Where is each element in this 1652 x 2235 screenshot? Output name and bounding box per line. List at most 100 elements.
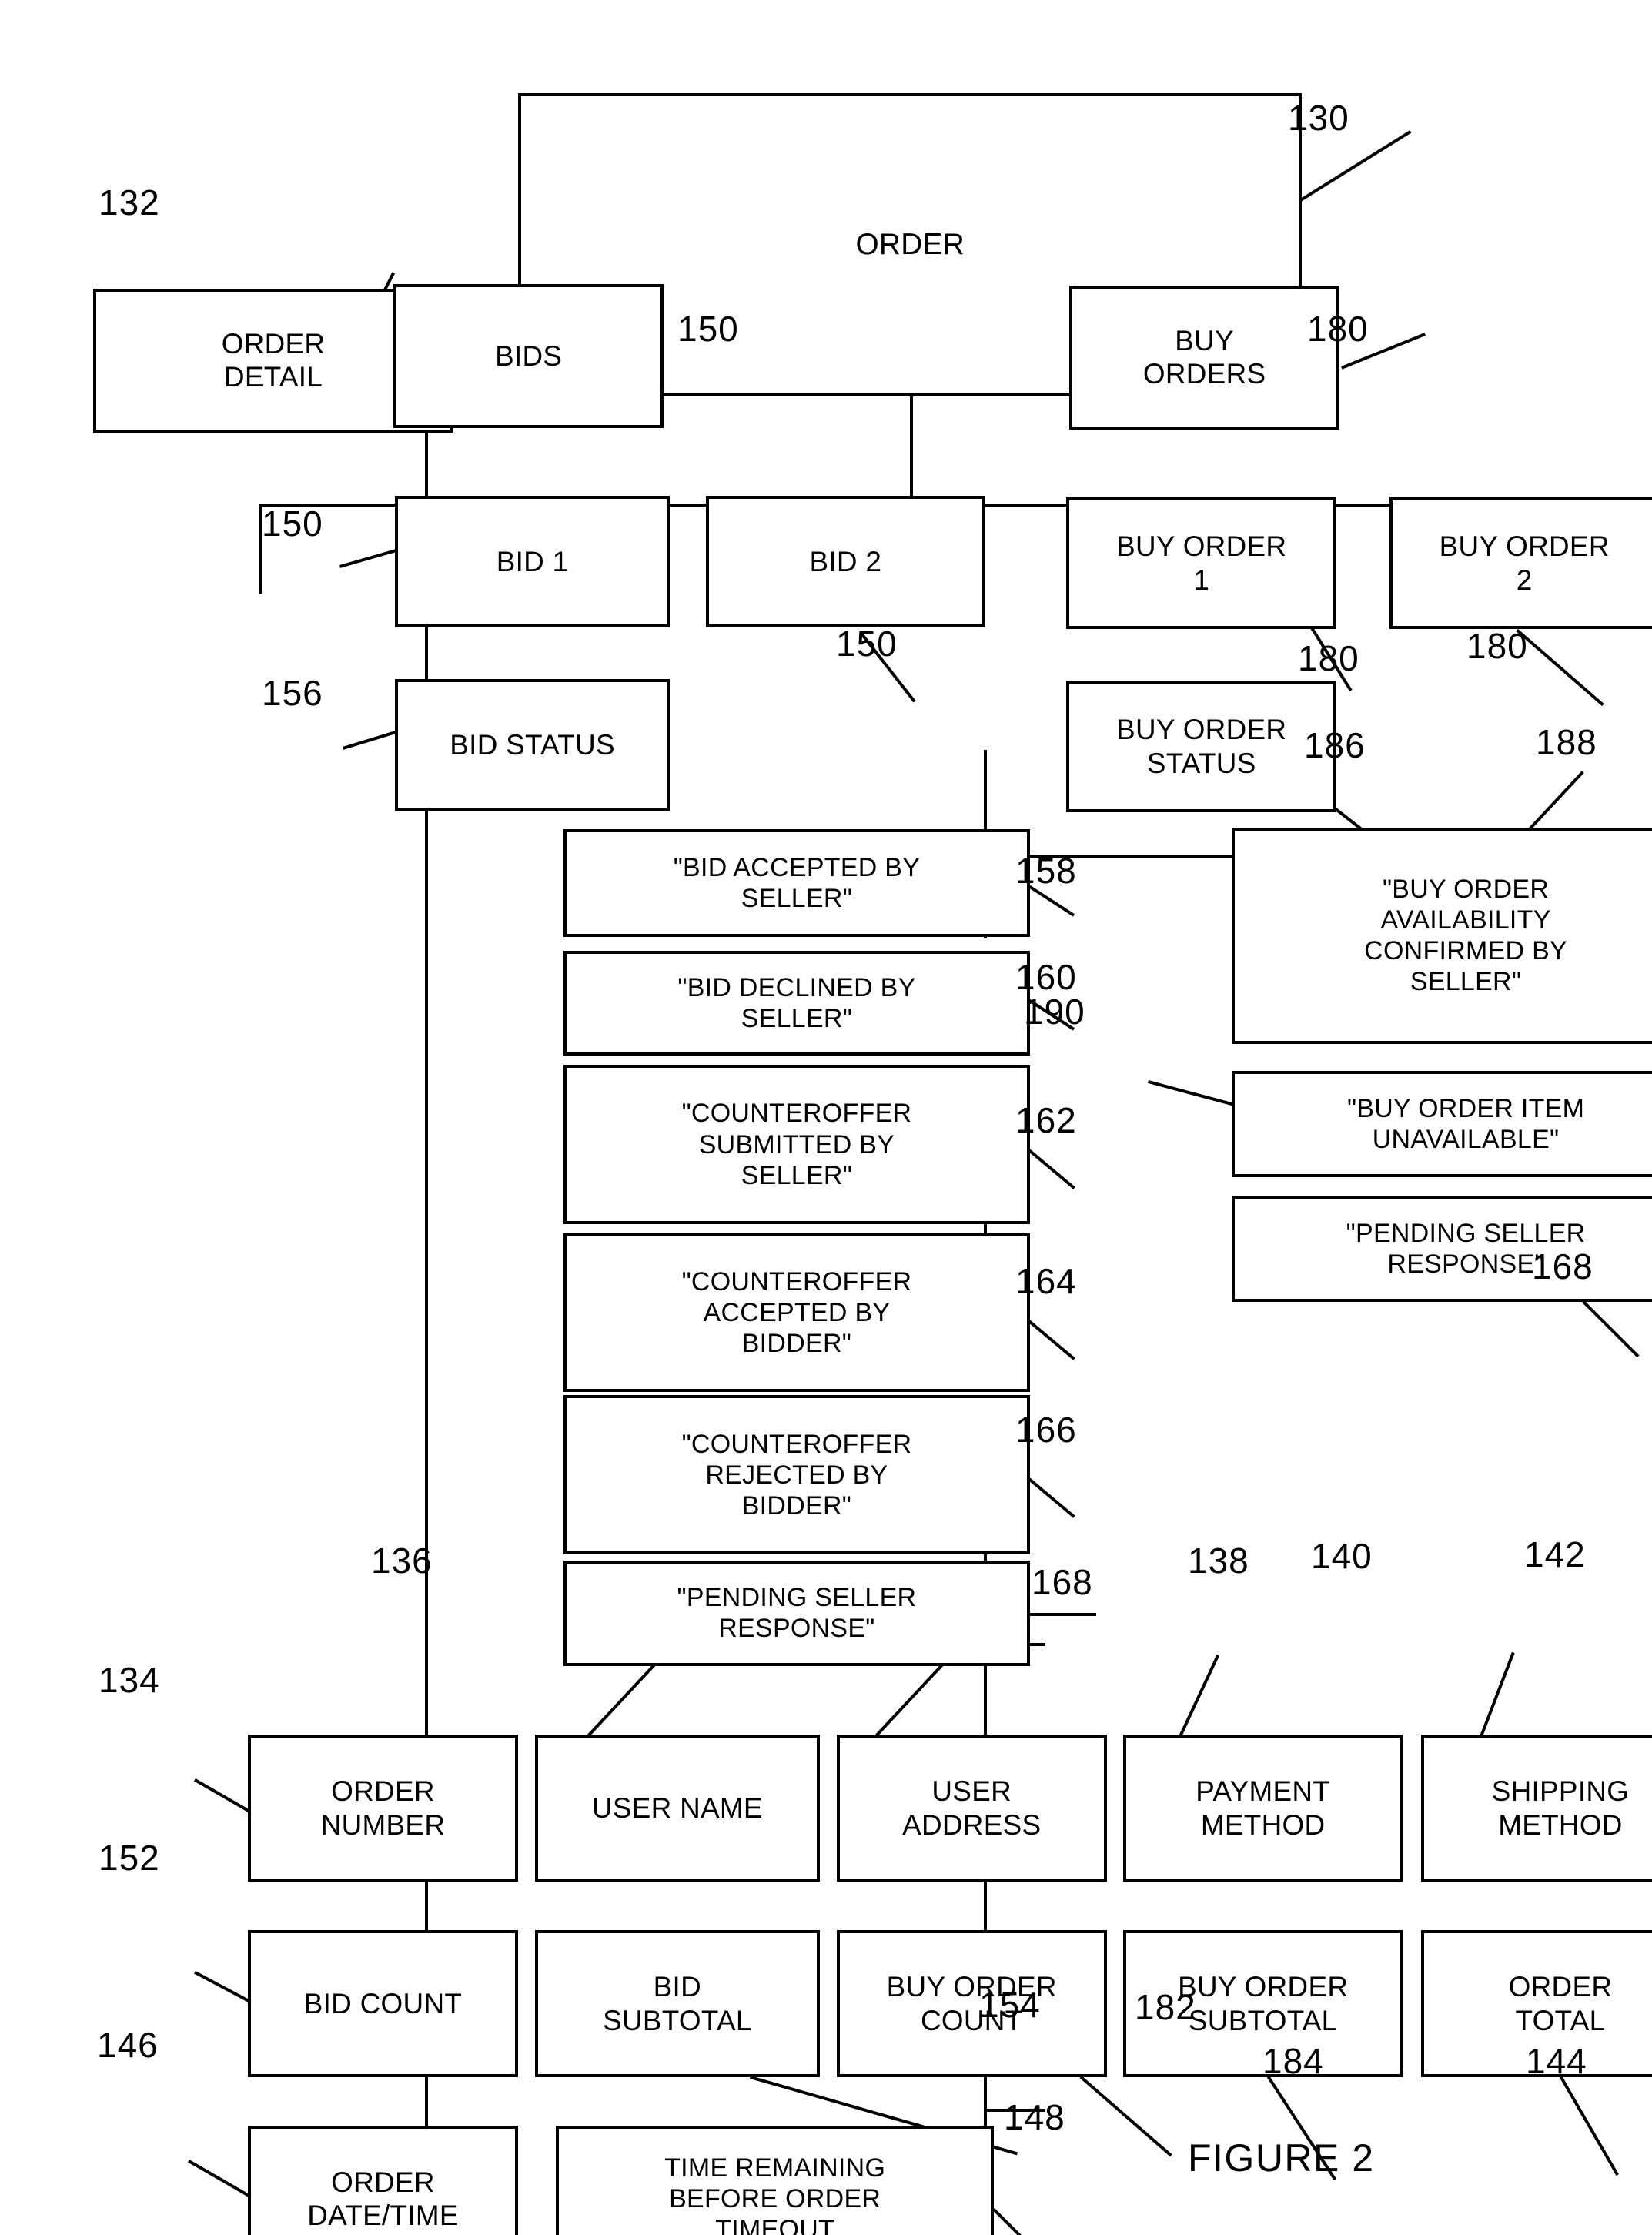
leader-164 <box>1025 1317 1076 1360</box>
leader-130 <box>1300 129 1412 201</box>
leader-188 <box>1529 770 1585 830</box>
node-buy-order-2-label: BUY ORDER 2 <box>1439 530 1610 596</box>
bid-status-value-label: "COUNTEROFFER REJECTED BY BIDDER" <box>681 1429 912 1521</box>
node-bid-1[interactable]: BID 1 <box>395 495 670 628</box>
node-bids[interactable]: BIDS <box>393 283 664 428</box>
leader-182 <box>1079 2076 1172 2157</box>
bid-status-value-label: "BID ACCEPTED BY SELLER" <box>673 853 921 914</box>
ref-164: 164 <box>1015 1261 1077 1301</box>
connector-order-down <box>910 395 914 510</box>
ref-146: 146 <box>97 2025 159 2065</box>
detail-field[interactable]: BID COUNT <box>247 1929 519 2078</box>
detail-field-label: PAYMENT METHOD <box>1196 1775 1331 1841</box>
leader-190 <box>1148 1079 1236 1106</box>
ref-168-buyorder: 168 <box>1532 1246 1593 1286</box>
ref-150-bids: 150 <box>677 309 739 349</box>
buy-order-status-value-label: "BUY ORDER AVAILABILITY CONFIRMED BY SEL… <box>1364 875 1567 997</box>
ref-162: 162 <box>1015 1100 1077 1140</box>
node-order-label: ORDER <box>855 228 965 262</box>
detail-field[interactable]: ORDER NUMBER <box>247 1735 519 1882</box>
bid-status-value[interactable]: "COUNTEROFFER ACCEPTED BY BIDDER" <box>563 1233 1031 1393</box>
ref-132: 132 <box>99 182 160 222</box>
detail-field-label: SHIPPING METHOD <box>1491 1775 1630 1841</box>
node-order-detail-label: ORDER DETAIL <box>221 327 326 393</box>
leader-150-bid1 <box>339 548 399 568</box>
leader-144 <box>1559 2076 1620 2176</box>
detail-field-label: BUY ORDER SUBTOTAL <box>1178 1971 1349 2036</box>
bid-status-value-label: "BID DECLINED BY SELLER" <box>677 973 916 1034</box>
bid-status-value[interactable]: "BID DECLINED BY SELLER" <box>563 950 1031 1056</box>
detail-field-label: USER NAME <box>591 1792 763 1825</box>
bid-status-value[interactable]: "PENDING SELLER RESPONSE" <box>563 1560 1031 1666</box>
detail-field[interactable]: BID SUBTOTAL <box>534 1929 821 2078</box>
ref-180-bo2: 180 <box>1466 626 1528 666</box>
node-bid-status[interactable]: BID STATUS <box>395 678 670 811</box>
detail-field[interactable]: SHIPPING METHOD <box>1420 1735 1652 1882</box>
leader-156 <box>342 729 398 750</box>
ref-180-bo1: 180 <box>1298 638 1359 678</box>
bid-status-value-label: "COUNTEROFFER SUBMITTED BY SELLER" <box>681 1099 912 1190</box>
detail-field-label: ORDER TOTAL <box>1508 1971 1613 2036</box>
leader-168-bid <box>1030 1613 1097 1617</box>
ref-158: 158 <box>1015 851 1077 891</box>
node-buy-order-1-label: BUY ORDER 1 <box>1116 530 1287 596</box>
detail-field-label: TIME REMAINING BEFORE ORDER TIMEOUT <box>664 2153 886 2235</box>
detail-field[interactable]: ORDER DATE/TIME <box>247 2125 519 2235</box>
node-buy-order-2[interactable]: BUY ORDER 2 <box>1389 497 1652 630</box>
node-buy-orders[interactable]: BUY ORDERS <box>1069 285 1340 430</box>
node-bid-status-label: BID STATUS <box>450 728 615 761</box>
detail-field[interactable]: USER NAME <box>534 1735 821 1882</box>
detail-field-label: BID SUBTOTAL <box>603 1971 752 2036</box>
detail-field[interactable]: USER ADDRESS <box>836 1735 1107 1882</box>
ref-180-buyorders: 180 <box>1307 309 1369 349</box>
ref-140: 140 <box>1311 1536 1373 1576</box>
ref-168-bid: 168 <box>1032 1562 1093 1602</box>
node-bid-2-label: BID 2 <box>809 545 882 577</box>
detail-field-label: ORDER DATE/TIME <box>307 2166 459 2232</box>
ref-184: 184 <box>1262 2041 1324 2081</box>
node-buy-order-status-label: BUY ORDER STATUS <box>1116 714 1287 779</box>
ref-150-bid2: 150 <box>836 624 898 664</box>
node-buy-orders-label: BUY ORDERS <box>1142 324 1266 390</box>
leader-148 <box>992 2207 1050 2235</box>
leader-142 <box>1479 1651 1515 1738</box>
node-buy-order-status[interactable]: BUY ORDER STATUS <box>1066 680 1337 813</box>
ref-152: 152 <box>99 1838 160 1878</box>
leader-140 <box>1179 1655 1220 1738</box>
ref-148: 148 <box>1004 2097 1065 2137</box>
node-buy-order-1[interactable]: BUY ORDER 1 <box>1066 497 1337 630</box>
figure-canvas: ORDER ORDER DETAIL BIDS BUY ORDERS BID 1… <box>0 0 1652 2235</box>
ref-136: 136 <box>371 1541 433 1581</box>
bid-status-value[interactable]: "COUNTEROFFER REJECTED BY BIDDER" <box>563 1395 1031 1555</box>
detail-field[interactable]: BUY ORDER COUNT <box>836 1929 1107 2078</box>
ref-156: 156 <box>262 673 323 713</box>
detail-field-label: ORDER NUMBER <box>320 1775 446 1841</box>
bid-status-value[interactable]: "COUNTEROFFER SUBMITTED BY SELLER" <box>563 1065 1031 1224</box>
ref-188: 188 <box>1536 722 1597 762</box>
ref-134: 134 <box>99 1660 160 1700</box>
bid-status-value-label: "PENDING SELLER RESPONSE" <box>677 1583 917 1644</box>
ref-130: 130 <box>1288 98 1349 138</box>
ref-144: 144 <box>1526 2041 1587 2081</box>
node-bids-label: BIDS <box>495 340 563 372</box>
leader-146 <box>187 2160 257 2202</box>
bid-status-value-label: "COUNTEROFFER ACCEPTED BY BIDDER" <box>681 1266 912 1359</box>
detail-field-label: BID COUNT <box>303 1987 463 2019</box>
bid-status-value[interactable]: "BID ACCEPTED BY SELLER" <box>563 828 1031 938</box>
ref-186: 186 <box>1304 725 1366 765</box>
connector-bus-to-order-detail <box>258 503 262 594</box>
ref-150-bid1: 150 <box>262 504 323 544</box>
ref-182: 182 <box>1135 1987 1196 2027</box>
leader-166 <box>1025 1474 1076 1518</box>
node-bid-2[interactable]: BID 2 <box>705 495 985 628</box>
detail-field[interactable]: PAYMENT METHOD <box>1123 1735 1403 1882</box>
node-bid-1-label: BID 1 <box>496 545 569 577</box>
buy-order-status-value[interactable]: "BUY ORDER AVAILABILITY CONFIRMED BY SEL… <box>1231 827 1652 1044</box>
ref-142: 142 <box>1524 1534 1586 1574</box>
ref-154: 154 <box>979 1985 1041 2025</box>
ref-166: 166 <box>1015 1410 1077 1450</box>
buy-order-status-value[interactable]: "BUY ORDER ITEM UNAVAILABLE" <box>1231 1070 1652 1178</box>
detail-field-label: USER ADDRESS <box>902 1775 1042 1841</box>
detail-field[interactable]: TIME REMAINING BEFORE ORDER TIMEOUT <box>555 2125 995 2235</box>
leader-168-buyorder <box>1582 1300 1640 1359</box>
